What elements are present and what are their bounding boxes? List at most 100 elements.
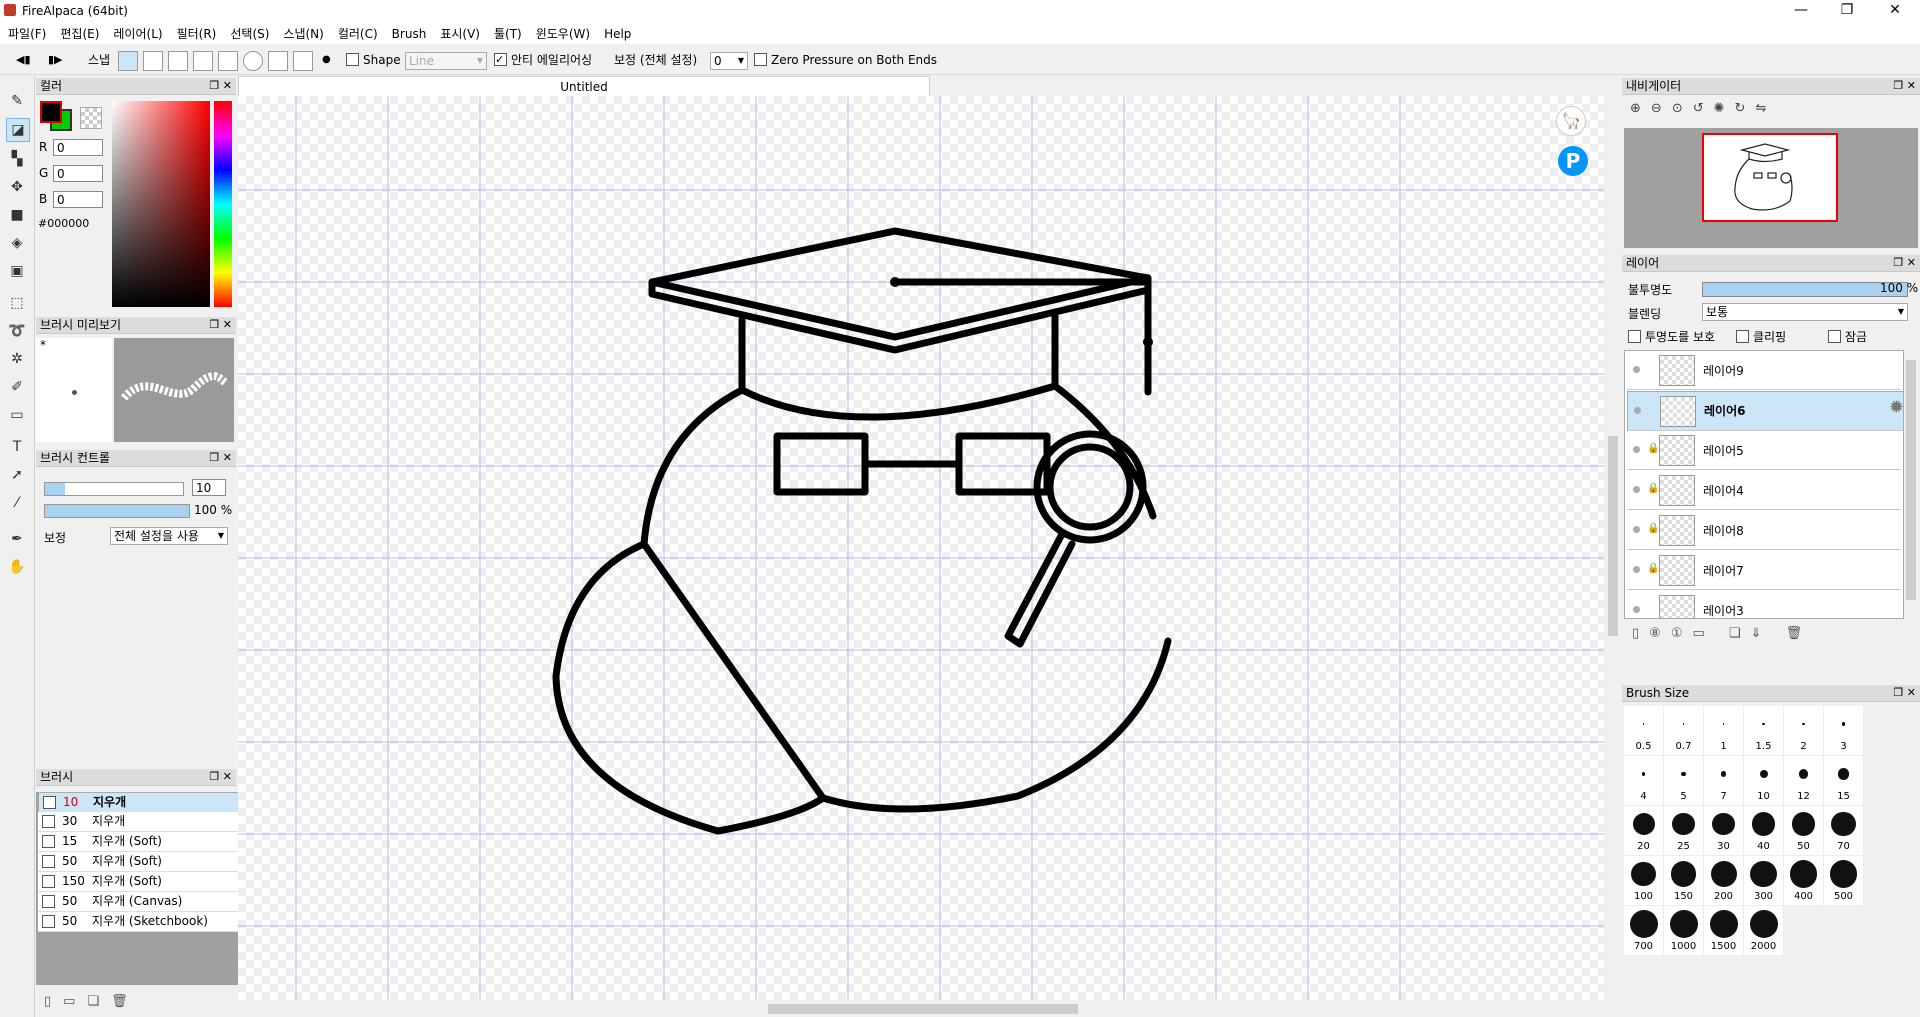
brush-size-cell[interactable]: 100 [1624, 856, 1664, 906]
layer-row[interactable]: 레이어9 [1627, 351, 1901, 390]
brush-size-cell[interactable]: 1.5 [1744, 706, 1784, 756]
brush-size-cell[interactable]: 300 [1744, 856, 1784, 906]
brush-opacity-slider[interactable] [44, 504, 190, 518]
new-brush-icon[interactable]: ▯ [44, 994, 63, 1009]
zoom-fit-icon[interactable]: ⊙ [1672, 101, 1693, 116]
clipping-checkbox[interactable] [1736, 330, 1749, 343]
close-icon[interactable]: ✕ [223, 79, 232, 92]
drawing-canvas[interactable]: 🦙 P [238, 96, 1604, 1000]
brush-size-cell[interactable]: 0.5 [1624, 706, 1664, 756]
brush-size-cell[interactable]: 10 [1744, 756, 1784, 806]
minimize-button[interactable]: — [1778, 0, 1824, 22]
g-input[interactable]: 0 [53, 165, 103, 182]
snap-crisscross-icon[interactable] [193, 51, 213, 71]
text-tool-icon[interactable]: T [6, 436, 28, 458]
brush-size-cell[interactable]: 0.7 [1664, 706, 1704, 756]
new-folder-icon[interactable]: ▭ [1692, 626, 1714, 641]
brush-size-input[interactable]: 10 [192, 479, 226, 496]
dot-tool-icon[interactable]: ▚ [6, 148, 28, 170]
protect-alpha-checkbox[interactable] [1628, 330, 1641, 343]
fill-tool-icon[interactable]: ■ [6, 204, 28, 226]
brush-size-cell[interactable]: 25 [1664, 806, 1704, 856]
scroll-thumb[interactable] [768, 1004, 1078, 1014]
shape-select[interactable]: Line ▼ [405, 50, 487, 70]
brush-checkbox[interactable] [42, 915, 55, 928]
eye-icon[interactable] [1633, 366, 1640, 373]
primary-color-swatch[interactable] [40, 101, 62, 123]
brush-checkbox[interactable] [43, 796, 56, 809]
scroll-thumb[interactable] [1608, 436, 1618, 636]
eye-icon[interactable] [1633, 486, 1640, 493]
zero-pressure-toggle[interactable]: Zero Pressure on Both Ends [754, 50, 937, 70]
hue-slider[interactable] [214, 101, 232, 307]
menu-edit[interactable]: 편집(E) [53, 22, 106, 45]
brush-item[interactable]: 50 지우개 (Soft) [38, 852, 248, 872]
layer-row[interactable]: 🔒 레이어7 [1627, 551, 1901, 590]
float-icon[interactable]: ❐ [209, 451, 219, 464]
move-tool-icon[interactable]: ✥ [6, 176, 28, 198]
brush-size-cell[interactable]: 2 [1784, 706, 1824, 756]
shape-checkbox[interactable] [346, 53, 359, 66]
snap-grid-icon[interactable] [168, 51, 188, 71]
flip-icon[interactable]: ⇋ [1755, 101, 1776, 116]
duplicate-layer-icon[interactable]: ❏ [1729, 626, 1751, 641]
eye-icon[interactable] [1633, 526, 1640, 533]
layer-blend-select[interactable]: 보통 ▼ [1702, 303, 1908, 321]
r-input[interactable]: 0 [53, 139, 103, 156]
canvas-vertical-scrollbar[interactable] [1606, 96, 1620, 1000]
close-icon[interactable]: ✕ [1907, 79, 1916, 92]
new-8bit-layer-icon[interactable]: ⑧ [1649, 626, 1671, 641]
brush-size-cell[interactable]: 1 [1704, 706, 1744, 756]
trash-icon[interactable]: 🗑 [111, 994, 140, 1009]
navigator-preview[interactable] [1624, 128, 1918, 248]
close-icon[interactable]: ✕ [1907, 686, 1916, 699]
brush-size-cell[interactable]: 50 [1784, 806, 1824, 856]
brush-checkbox[interactable] [42, 835, 55, 848]
scroll-thumb[interactable] [1906, 360, 1916, 600]
brush-size-cell[interactable]: 3 [1824, 706, 1864, 756]
brush-size-cell[interactable]: 2000 [1744, 906, 1784, 956]
brush-size-cell[interactable]: 200 [1704, 856, 1744, 906]
brush-size-cell[interactable]: 7 [1704, 756, 1744, 806]
merge-down-icon[interactable]: ⇓ [1751, 626, 1772, 641]
menu-window[interactable]: 윈도우(W) [529, 22, 597, 45]
snap-off-icon[interactable] [118, 51, 138, 71]
prev-icon[interactable]: ◀▮ [16, 50, 31, 70]
brush-size-cell[interactable]: 30 [1704, 806, 1744, 856]
eye-icon[interactable] [1633, 566, 1640, 573]
clipping-toggle[interactable]: 클리핑 [1736, 328, 1786, 345]
navigator-viewport-frame[interactable] [1702, 133, 1838, 222]
lasso-tool-icon[interactable]: ➰ [6, 320, 28, 342]
duplicate-icon[interactable]: ❏ [87, 994, 111, 1009]
brush-size-slider[interactable] [44, 482, 184, 496]
float-icon[interactable]: ❐ [1893, 256, 1903, 269]
select-pen-tool-icon[interactable]: ✐ [6, 376, 28, 398]
antialias-toggle[interactable]: 안티 에일리어싱 [494, 50, 592, 70]
select-eraser-tool-icon[interactable]: ▭ [6, 404, 28, 426]
lock-checkbox[interactable] [1828, 330, 1841, 343]
menu-help[interactable]: Help [597, 24, 638, 44]
brush-size-cell[interactable]: 5 [1664, 756, 1704, 806]
select-tool-icon[interactable]: ⬚ [6, 292, 28, 314]
eye-icon[interactable] [1633, 446, 1640, 453]
bucket-tool-icon[interactable]: ◈ [6, 232, 28, 254]
snap-curve-icon[interactable] [268, 51, 288, 71]
brush-size-cell[interactable]: 4 [1624, 756, 1664, 806]
eyedropper-tool-icon[interactable]: ✒ [6, 528, 28, 550]
operation-tool-icon[interactable]: ➚ [6, 464, 28, 486]
float-icon[interactable]: ❐ [209, 79, 219, 92]
gear-icon[interactable]: ✹ [1889, 399, 1903, 417]
layer-opacity-slider[interactable] [1702, 282, 1908, 297]
layer-row[interactable]: 레이어3 [1627, 591, 1901, 618]
zero-pressure-checkbox[interactable] [754, 53, 767, 66]
zoom-out-icon[interactable]: ⊖ [1651, 101, 1672, 116]
magic-wand-tool-icon[interactable]: ✲ [6, 348, 28, 370]
menu-file[interactable]: 파일(F) [1, 22, 53, 45]
close-button[interactable]: ✕ [1872, 0, 1918, 22]
brush-checkbox[interactable] [42, 855, 55, 868]
brush-size-cell[interactable]: 40 [1744, 806, 1784, 856]
hand-tool-icon[interactable]: ✋ [6, 556, 28, 578]
shape-toggle[interactable]: Shape [346, 50, 401, 70]
snap-circle-icon[interactable] [243, 51, 263, 71]
brush-item[interactable]: 10지우개✹ [38, 792, 256, 813]
